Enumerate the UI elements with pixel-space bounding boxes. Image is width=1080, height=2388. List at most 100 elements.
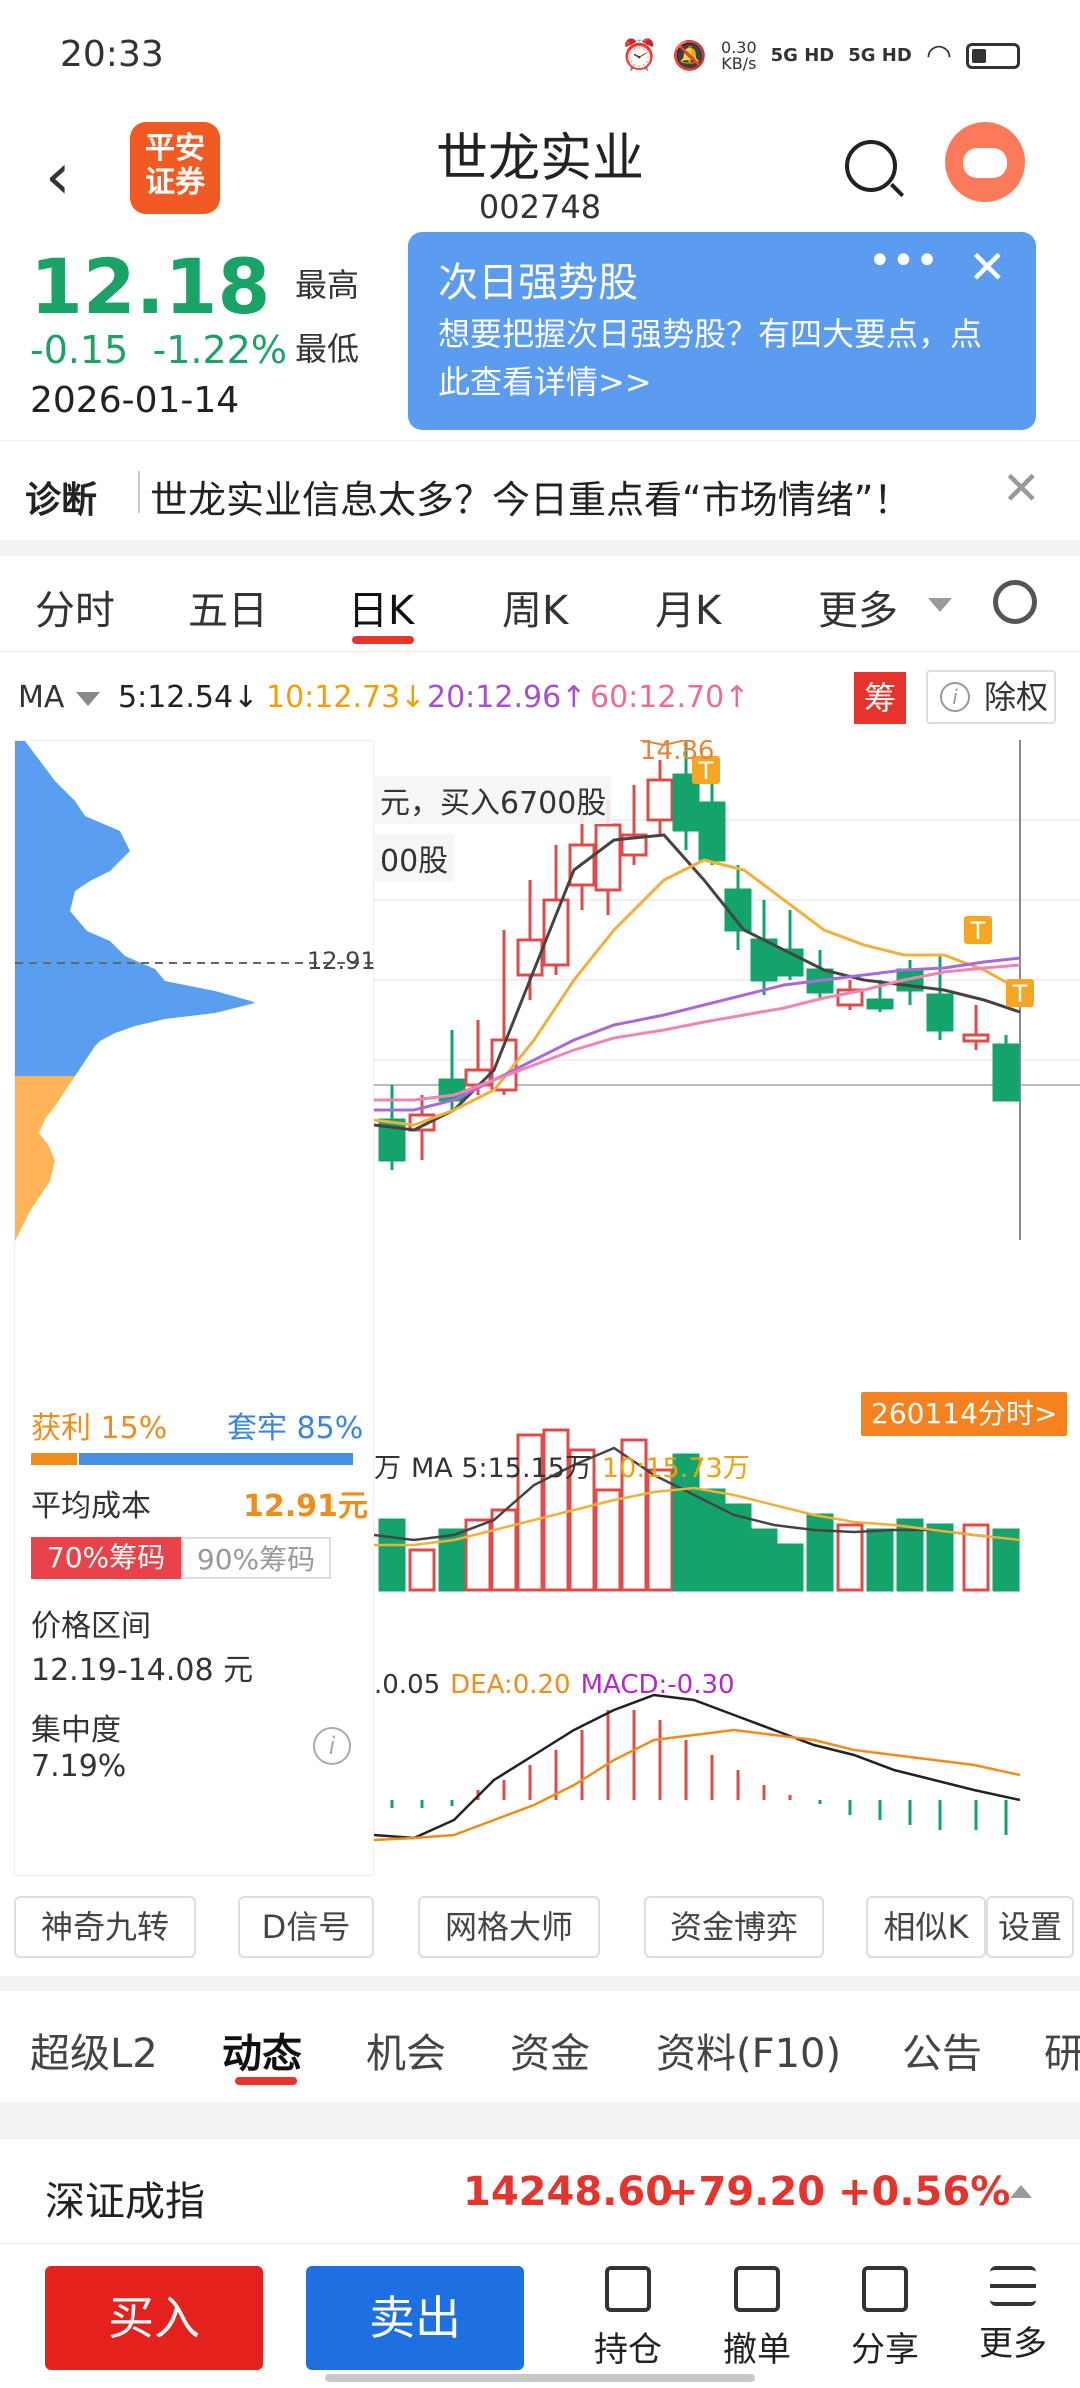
diagnosis-bar[interactable]: 诊断 世龙实业信息太多？今日重点看“市场情绪”！ ✕	[0, 440, 1080, 540]
candle-body	[926, 993, 954, 1032]
volume-bar	[646, 1468, 674, 1592]
popup-title: 次日强势股	[438, 260, 638, 306]
price-range-label: 价格区间	[31, 1609, 151, 1644]
ma5-value: 5:12.54↓	[118, 680, 259, 715]
trade-action-bar: 买入 卖出 持仓 撤单 分享 更多	[0, 2244, 1080, 2388]
ma-legend: MA 5:12.54↓ 10:12.73↓ 20:12.96↑ 60:12.70…	[0, 660, 1080, 736]
tool-d-signal[interactable]: D信号	[238, 1896, 374, 1958]
tab-profile-f10[interactable]: 资料(F10)	[656, 2021, 841, 2079]
low-label: 最低	[295, 330, 360, 368]
section-gap	[0, 2102, 1080, 2138]
positions-icon	[605, 2266, 651, 2312]
info-icon[interactable]: i	[313, 1727, 351, 1765]
tab-monthly-k[interactable]: 月K	[655, 578, 721, 636]
kline-chart[interactable]: TTT	[374, 740, 1080, 1876]
volume-bar	[750, 1528, 778, 1592]
high-price-marker: 14.86	[640, 736, 715, 766]
cancel-order-icon	[734, 2266, 780, 2312]
battery-icon	[966, 42, 1020, 69]
chip-profit-area	[15, 1076, 75, 1241]
macd-legend: .0.05 DEA:0.20 MACD:-0.30	[374, 1670, 735, 1700]
chip-toggle-button[interactable]: 筹	[854, 672, 906, 724]
avg-cost-value: 12.91元	[243, 1489, 368, 1524]
mute-icon: 🔕	[672, 39, 708, 72]
close-icon[interactable]: ✕	[1002, 461, 1041, 515]
concentration-value: 7.19%	[31, 1749, 127, 1784]
diagnosis-label: 诊断	[25, 480, 98, 521]
kline-chart-area[interactable]: TTT 元，买入6700股 00股 14.86 260114分时> 万 MA 5…	[374, 736, 1080, 1876]
tab-weekly-k[interactable]: 周K	[502, 578, 568, 636]
candle-body	[698, 801, 726, 862]
volume-bar	[776, 1543, 804, 1592]
candle-body	[992, 1043, 1020, 1102]
tab-chip-70[interactable]: 70%筹码	[31, 1537, 181, 1579]
volume-bar	[490, 1508, 518, 1592]
tool-settings[interactable]: 设置	[986, 1896, 1074, 1958]
gear-icon[interactable]	[993, 580, 1037, 624]
volume-bar	[594, 1488, 622, 1592]
share-button[interactable]: 分享	[840, 2266, 930, 2371]
strong-stock-popup[interactable]: 次日强势股 ••• ✕ 想要把握次日强势股？有四大要点，点此查看详情>>	[408, 232, 1036, 430]
volume-bar	[378, 1518, 406, 1592]
tab-research[interactable]: 研	[1044, 2021, 1080, 2079]
ex-rights-button[interactable]: i 除权	[926, 670, 1056, 724]
search-icon[interactable]	[845, 140, 897, 192]
home-indicator[interactable]	[325, 2374, 755, 2382]
cancel-order-button[interactable]: 撤单	[712, 2266, 802, 2371]
ma20-value: 20:12.96↑	[427, 680, 587, 715]
index-name: 深证成指	[45, 2179, 205, 2225]
tool-grid-master[interactable]: 网格大师	[418, 1896, 600, 1958]
chevron-down-icon[interactable]	[76, 692, 100, 706]
chevron-up-icon[interactable]	[1010, 2185, 1032, 2198]
tab-five-day[interactable]: 五日	[188, 578, 268, 636]
current-price: 12.18	[30, 242, 271, 331]
chip-distribution-chart	[15, 741, 375, 1241]
tab-chip-90[interactable]: 90%筹码	[181, 1537, 331, 1579]
status-time: 20:33	[60, 34, 164, 75]
tab-announcements[interactable]: 公告	[902, 2021, 982, 2079]
more-button[interactable]: 更多	[968, 2266, 1058, 2365]
tab-more[interactable]: 更多	[818, 578, 898, 636]
chip-price-line-label: 12.91	[307, 947, 376, 975]
macd-dif-line	[374, 1693, 1021, 1840]
close-icon[interactable]: ✕	[968, 240, 1007, 294]
buy-button[interactable]: 买入	[45, 2266, 263, 2370]
more-icon[interactable]: •••	[868, 238, 939, 284]
candle-body	[594, 823, 622, 892]
tab-news[interactable]: 动态	[222, 2021, 302, 2079]
sell-button[interactable]: 卖出	[306, 2266, 524, 2370]
tool-fund-game[interactable]: 资金博弈	[644, 1896, 824, 1958]
tab-opportunity[interactable]: 机会	[366, 2021, 446, 2079]
chevron-down-icon[interactable]	[928, 598, 952, 612]
candle-body	[866, 998, 894, 1010]
section-gap	[0, 540, 1080, 556]
tool-similar-k[interactable]: 相似K	[866, 1896, 986, 1958]
stock-code: 002748	[478, 188, 602, 226]
high-label: 最高	[295, 266, 360, 304]
tool-magic-nine[interactable]: 神奇九转	[14, 1896, 196, 1958]
volume-legend: 万 MA 5:15.15万 10:15.73万	[374, 1453, 750, 1484]
price-range-value: 12.19-14.08 元	[31, 1653, 254, 1688]
tab-super-l2[interactable]: 超级L2	[30, 2021, 158, 2079]
intraday-link-button[interactable]: 260114分时>	[861, 1392, 1068, 1436]
index-ticker[interactable]: 深证成指 14248.60 +79.20 +0.56%	[0, 2138, 1080, 2244]
stock-header: ‹ 平安 证券 世龙实业 002748	[0, 110, 1080, 230]
volume-bar	[806, 1513, 834, 1592]
avg-cost-label: 平均成本	[31, 1489, 151, 1524]
volume-bar	[836, 1523, 864, 1592]
tab-funds[interactable]: 资金	[510, 2021, 590, 2079]
candle-body	[962, 1033, 990, 1043]
positions-button[interactable]: 持仓	[583, 2266, 673, 2371]
tab-daily-k[interactable]: 日K	[348, 578, 414, 636]
volume-bar	[464, 1518, 492, 1592]
chip-distribution-panel[interactable]: 12.91 获利 15% 套牢 85% 平均成本 12.91元 70%筹码 90…	[14, 740, 376, 1876]
status-icons: ⏰ 🔕 0.30 KB/s 5G HD 5G HD ◠	[621, 38, 1020, 73]
trapped-ratio: 套牢 85%	[227, 1411, 364, 1446]
tab-intraday[interactable]: 分时	[35, 578, 115, 636]
ma-label[interactable]: MA	[18, 680, 64, 715]
quote-panel: 12.18 -0.15 -1.22% 2026-01-14 最高 最低 次日强势…	[0, 230, 1080, 440]
assistant-avatar[interactable]	[945, 122, 1025, 202]
alarm-icon: ⏰	[620, 38, 659, 73]
index-change: +79.20	[665, 2169, 826, 2215]
diagnosis-text[interactable]: 世龙实业信息太多？今日重点看“市场情绪”！	[150, 469, 911, 524]
